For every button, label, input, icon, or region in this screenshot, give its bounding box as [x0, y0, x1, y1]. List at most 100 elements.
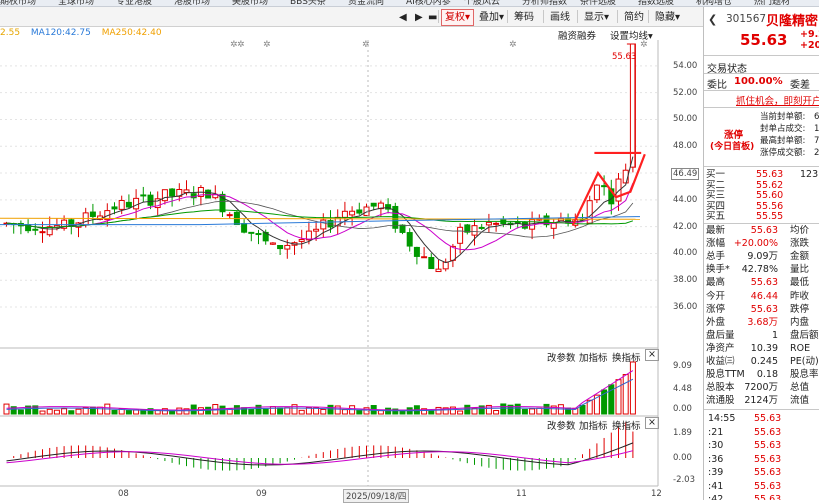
top-nav-item[interactable]: 港股市场 — [174, 0, 210, 6]
chart-toolbar: ◀ ▶ ▬ 复权▾ 叠加▾ 筹码 画线 显示▾ 简约 隐藏▾ — [0, 7, 703, 27]
candle-body — [313, 228, 320, 232]
vol-close-icon[interactable]: × — [645, 349, 659, 361]
open-account-link[interactable]: 抓住机会，即刻开户 — [736, 93, 819, 107]
high-price-label: 55.63 — [612, 52, 637, 62]
limit-stat-row: 涨停成交额: 2. — [704, 147, 819, 159]
bid-row[interactable]: 买一 55.63 123 — [704, 169, 819, 180]
candle-body — [601, 185, 608, 188]
top-nav-item[interactable]: 专业港股 — [116, 0, 152, 6]
bid-level-label: 买四 — [706, 200, 726, 212]
top-nav-item[interactable]: 指数选股 — [638, 0, 674, 6]
bid-level-label: 买二 — [706, 179, 726, 191]
quote-value: 9.09万 — [747, 251, 778, 263]
top-nav-item[interactable]: 分析师指数 — [522, 0, 567, 6]
hide-button[interactable]: 隐藏▾ — [651, 9, 684, 26]
macd-add-indicator-button[interactable]: 加指标 — [579, 418, 608, 432]
quote-value: 55.63 — [750, 225, 778, 236]
quote-value: 1 — [771, 329, 778, 341]
tick-row: :42 55.63 — [704, 494, 819, 500]
vol-swap-indicator-button[interactable]: 换指标 — [612, 350, 641, 364]
quote-label: 最高 — [706, 277, 726, 289]
quote-label-2: 股息率 — [790, 369, 819, 381]
fuquan-button[interactable]: 复权▾ — [441, 9, 475, 26]
top-nav-item[interactable]: 热门题材 — [754, 0, 790, 6]
bid-row[interactable]: 买二 55.62 — [704, 180, 819, 191]
x-axis-label: 11 — [516, 489, 527, 499]
candle-body — [118, 199, 125, 210]
simple-button[interactable]: 简约 — [620, 9, 648, 26]
stock-price: 55.63 — [740, 31, 788, 49]
bid-level-label: 买一 — [706, 169, 726, 180]
top-nav-item[interactable]: 美股市场 — [232, 0, 268, 6]
top-nav-item[interactable]: 期权市场 — [0, 0, 36, 6]
top-nav-item[interactable]: AI核心内参 — [406, 0, 451, 6]
order-ratio-label: 委比 — [707, 80, 727, 91]
quote-label: 盘后量 — [706, 329, 735, 341]
bid-row[interactable]: 买五 55.55 — [704, 211, 819, 222]
volume-bar — [622, 374, 629, 415]
top-nav-item[interactable]: 条件选股 — [580, 0, 616, 6]
volume-bar — [125, 410, 132, 415]
chips-button[interactable]: 筹码 — [510, 9, 538, 26]
limit-stat-value: 7. — [814, 136, 819, 146]
bid-row[interactable]: 买三 55.60 — [704, 190, 819, 201]
candle-body — [399, 224, 406, 233]
top-nav-item[interactable]: 机构增仓 — [696, 0, 732, 6]
quote-value: 55.63 — [750, 277, 778, 289]
macd-swap-indicator-button[interactable]: 换指标 — [612, 418, 641, 432]
volume-bar — [17, 409, 24, 415]
stock-code: 301567 — [726, 13, 767, 25]
volume-bar — [284, 407, 291, 415]
overlay-button[interactable]: 叠加▾ — [475, 9, 508, 26]
candle-body — [457, 226, 464, 244]
quote-label-2: 最低 — [790, 277, 810, 289]
candle-body — [298, 239, 305, 242]
volume-bar — [493, 410, 500, 415]
quote-value: 55.63 — [750, 303, 778, 315]
candle-body — [133, 197, 140, 210]
prev-icon[interactable]: ◀ — [395, 9, 411, 26]
volume-bar — [46, 408, 53, 415]
quote-row: 总手 9.09万 金额 — [704, 251, 819, 263]
ma-short-value: 2.55 — [0, 28, 21, 38]
quote-row: 收益㈢ 0.245 PE(动) — [704, 356, 819, 368]
volume-bar — [68, 410, 75, 415]
volume-bar — [53, 409, 60, 415]
quote-value: 10.39 — [750, 342, 778, 354]
macd-change-params-button[interactable]: 改参数 — [547, 418, 576, 432]
candle-body — [442, 261, 449, 270]
candle-body — [421, 256, 428, 259]
candle-body — [435, 268, 442, 273]
order-diff-label: 委差 — [790, 80, 810, 91]
price-axis-label: 44.00 — [673, 194, 698, 205]
candle-body — [521, 221, 528, 229]
ma120-value: MA120:42.75 — [30, 28, 91, 38]
top-nav-item[interactable]: BBS头条 — [290, 0, 326, 6]
display-button[interactable]: 显示▾ — [580, 9, 613, 26]
macd-close-icon[interactable]: × — [645, 417, 659, 429]
quote-row: 涨停 55.63 跌停 — [704, 304, 819, 316]
macd-y-label: -2.03 — [673, 475, 695, 485]
quote-label: 总手 — [706, 251, 726, 263]
candle-body — [111, 206, 118, 210]
quote-value: 0.18 — [756, 369, 778, 381]
quote-value: 42.78% — [741, 264, 778, 276]
price-axis-label: 36.00 — [673, 302, 698, 313]
vol-change-params-button[interactable]: 改参数 — [547, 350, 576, 364]
quote-row: 净资产 10.39 ROE — [704, 343, 819, 355]
candle-body — [485, 221, 492, 226]
top-nav-item[interactable]: 个股风云 — [464, 0, 500, 6]
draw-line-button[interactable]: 画线 — [546, 9, 574, 26]
candle-body — [478, 226, 485, 229]
quote-label-2: 金额 — [790, 251, 810, 263]
x-axis-cursor-date: 2025/09/18/四 — [343, 489, 410, 503]
price-axis-label: 40.00 — [673, 248, 698, 259]
bid-row[interactable]: 买四 55.56 — [704, 201, 819, 212]
back-icon[interactable]: ❮ — [708, 13, 717, 26]
top-nav-item[interactable]: 资金流向 — [348, 0, 384, 6]
quote-label: 外盘 — [706, 316, 726, 328]
top-nav-item[interactable]: 全球市场 — [58, 0, 94, 6]
vol-add-indicator-button[interactable]: 加指标 — [579, 350, 608, 364]
quote-label-2: 涨跌 — [790, 238, 810, 250]
volume-bar — [356, 409, 363, 415]
